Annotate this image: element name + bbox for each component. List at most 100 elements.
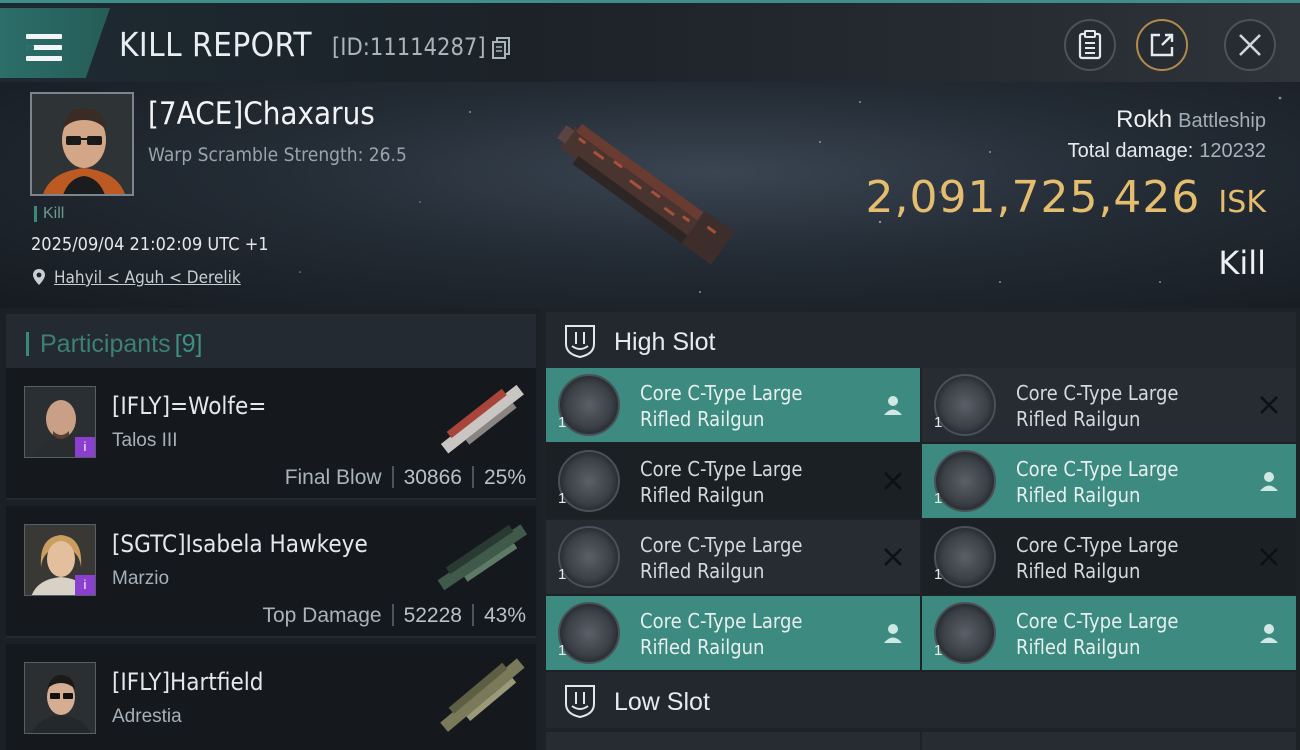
low-slot-header: Low Slot: [546, 672, 1296, 728]
participant-damage: 52228: [403, 604, 462, 627]
module-quantity: 1: [558, 642, 567, 659]
module-quantity: 1: [558, 414, 567, 431]
person-icon: [1260, 624, 1278, 643]
warp-scramble-strength: Warp Scramble Strength: 26.5: [148, 144, 407, 166]
ship-name[interactable]: Rokh: [1116, 106, 1172, 133]
railgun-icon: [558, 450, 620, 512]
person-icon: [884, 624, 902, 643]
participant-name[interactable]: [IFLY]Hartfield: [112, 668, 263, 696]
module-card[interactable]: 1 Core C-Type Large Rifled Railgun: [546, 520, 920, 594]
participant-stats: Final Blow 30866 25%: [285, 466, 526, 490]
module-card[interactable]: 1 Core C-Type Large Rifled Railgun: [922, 520, 1296, 594]
report-id: [ID:11114287]: [332, 33, 486, 61]
x-icon: [884, 472, 902, 490]
participant-name[interactable]: [IFLY]=Wolfe=: [112, 392, 266, 420]
module-name: Core C-Type Large Rifled Railgun: [1016, 533, 1179, 583]
railgun-icon: [558, 374, 620, 436]
isk-amount: 2,091,725,426: [865, 172, 1201, 223]
railgun-icon: [558, 526, 620, 588]
isk-unit: ISK: [1218, 185, 1266, 220]
participant-percent: 43%: [483, 604, 526, 627]
participant-ship-image: [440, 384, 524, 454]
fitting-panel: High Slot 1 Core C-Type Large Rifled Rail…: [540, 308, 1300, 750]
participants-count: [9]: [174, 330, 203, 358]
participant-badge: i: [75, 437, 95, 457]
module-card[interactable]: [546, 732, 920, 750]
railgun-icon: [934, 450, 996, 512]
ship-class: Battleship: [1178, 110, 1266, 132]
high-slot-header: High Slot: [546, 312, 1296, 368]
high-slot-title: High Slot: [614, 328, 716, 356]
module-card[interactable]: 1 Core C-Type Large Rifled Railgun: [922, 596, 1296, 670]
location-pin-icon: [33, 269, 45, 285]
participant-row[interactable]: [IFLY]Hartfield Adrestia: [6, 644, 536, 750]
x-icon: [1260, 396, 1278, 414]
module-name: Core C-Type Large Rifled Railgun: [640, 457, 803, 507]
participant-avatar: i: [24, 524, 96, 596]
victim-ship-type: Rokh Battleship: [1116, 106, 1266, 134]
participant-avatar: i: [24, 386, 96, 458]
participants-header[interactable]: Participants [9]: [6, 314, 536, 372]
participants-panel: Participants [9] i [IFLY]=Wolfe= Talos II…: [0, 308, 540, 750]
kill-tag: Kill: [34, 206, 64, 222]
victim-name[interactable]: [7ACE]Chaxarus: [148, 96, 375, 132]
module-quantity: 1: [558, 566, 567, 583]
total-damage: Total damage: 120232: [1068, 140, 1266, 163]
module-quantity: 1: [934, 566, 943, 583]
victim-ship-image: [556, 123, 735, 265]
person-icon: [1260, 472, 1278, 491]
kill-date: 2025/09/04 21:02:09 UTC +1: [31, 234, 269, 255]
menu-icon: [26, 34, 62, 62]
total-damage-label: Total damage:: [1067, 140, 1194, 162]
participant-badge: i: [75, 575, 95, 595]
participant-name[interactable]: [SGTC]Isabela Hawkeye: [112, 530, 368, 558]
participant-row[interactable]: i [SGTC]Isabela Hawkeye Marzio Top Damag…: [6, 506, 536, 638]
participant-row[interactable]: i [IFLY]=Wolfe= Talos III Final Blow 3086…: [6, 368, 536, 500]
share-button[interactable]: [1136, 19, 1188, 71]
module-card[interactable]: 1 Core C-Type Large Rifled Railgun: [546, 368, 920, 442]
participant-avatar: [24, 662, 96, 734]
module-name: Core C-Type Large Rifled Railgun: [640, 533, 803, 583]
module-quantity: 1: [934, 490, 943, 507]
kill-outcome: Kill: [1218, 244, 1266, 282]
location-link[interactable]: Hahyil < Aguh < Derelik: [54, 268, 241, 288]
copy-icon[interactable]: [492, 37, 510, 59]
module-card[interactable]: 1 Core C-Type Large Rifled Railgun: [546, 596, 920, 670]
railgun-icon: [558, 602, 620, 664]
participant-role: Top Damage: [262, 604, 382, 627]
module-name: Core C-Type Large Rifled Railgun: [640, 381, 803, 431]
participant-role: Final Blow: [284, 466, 382, 489]
menu-button[interactable]: [0, 8, 110, 78]
module-name: Core C-Type Large Rifled Railgun: [1016, 381, 1179, 431]
pilot-avatar: [32, 94, 132, 194]
module-card[interactable]: 1 Core C-Type Large Rifled Railgun: [922, 444, 1296, 518]
participant-ship-image: [440, 658, 525, 732]
low-slot-title: Low Slot: [614, 688, 710, 716]
module-card[interactable]: [922, 732, 1296, 750]
close-button[interactable]: [1224, 19, 1276, 71]
module-name: Core C-Type Large Rifled Railgun: [1016, 457, 1179, 507]
participant-ship: Adrestia: [112, 706, 182, 727]
module-quantity: 1: [934, 414, 943, 431]
module-quantity: 1: [934, 642, 943, 659]
participants-label: Participants: [40, 330, 171, 358]
top-bar: KILL REPORT [ID:11114287]: [0, 0, 1300, 82]
share-icon: [1150, 33, 1174, 57]
slot-shield-icon: [565, 685, 595, 718]
railgun-icon: [934, 526, 996, 588]
page-title: KILL REPORT: [119, 25, 313, 64]
railgun-icon: [934, 374, 996, 436]
railgun-icon: [934, 602, 996, 664]
module-name: Core C-Type Large Rifled Railgun: [640, 609, 803, 659]
victim-summary: [7ACE]Chaxarus Warp Scramble Strength: 2…: [0, 82, 1300, 308]
participant-percent: 25%: [483, 466, 526, 489]
victim-portrait[interactable]: [30, 92, 134, 196]
participant-damage: 30866: [403, 466, 462, 489]
close-icon: [1239, 34, 1261, 56]
module-quantity: 1: [558, 490, 567, 507]
participant-ship-image: [437, 524, 528, 591]
clipboard-button[interactable]: [1064, 19, 1116, 71]
module-card[interactable]: 1 Core C-Type Large Rifled Railgun: [922, 368, 1296, 442]
module-card[interactable]: 1 Core C-Type Large Rifled Railgun: [546, 444, 920, 518]
person-icon: [884, 396, 902, 415]
